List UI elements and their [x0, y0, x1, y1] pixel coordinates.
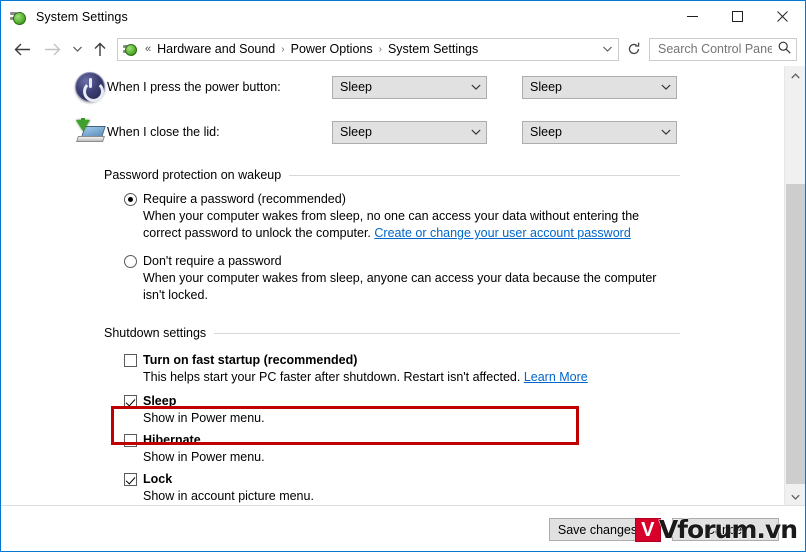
maximize-button[interactable]: [715, 1, 760, 32]
settings-pane: When I press the power button: Sleep Sle…: [1, 66, 784, 506]
settings-content: When I press the power button: Sleep Sle…: [1, 66, 805, 506]
checkbox-option-fast-startup[interactable]: Turn on fast startup (recommended) This …: [124, 353, 784, 386]
select-value: Sleep: [530, 125, 562, 139]
checkbox-hibernate[interactable]: [124, 434, 137, 447]
refresh-button[interactable]: [622, 38, 646, 61]
close-lid-on-battery-select[interactable]: Sleep: [332, 120, 487, 144]
breadcrumb-separator-icon[interactable]: ›: [279, 44, 286, 55]
checkbox-fast-startup[interactable]: [124, 354, 137, 367]
select-value: Sleep: [340, 80, 372, 94]
setting-row-label: When I close the lid:: [107, 125, 220, 139]
radio-dont-require-password[interactable]: [124, 255, 137, 268]
option-title: Lock: [143, 472, 173, 486]
minimize-button[interactable]: [670, 1, 715, 32]
breadcrumb-power-plug-icon: [123, 41, 139, 57]
chevron-down-icon: [656, 82, 676, 93]
checkbox-option-lock[interactable]: Lock Show in account picture menu.: [124, 472, 784, 505]
cancel-button[interactable]: Cancel: [672, 518, 779, 541]
chevron-down-icon: [656, 127, 676, 138]
window-controls: [670, 1, 805, 32]
save-changes-button[interactable]: Save changes: [549, 518, 646, 541]
option-description: Show in Power menu.: [143, 450, 265, 464]
laptop-lid-icon: [73, 116, 107, 148]
power-plug-icon: [10, 8, 28, 26]
breadcrumb-separator-icon[interactable]: ›: [377, 44, 384, 55]
scroll-down-button[interactable]: [785, 487, 805, 506]
up-button[interactable]: [87, 35, 113, 63]
breadcrumb-item-system-settings[interactable]: System Settings: [384, 40, 482, 58]
close-lid-plugged-in-select[interactable]: Sleep: [522, 120, 677, 144]
option-title: Hibernate: [143, 433, 201, 447]
search-icon[interactable]: [774, 41, 794, 57]
create-change-password-link[interactable]: Create or change your user account passw…: [374, 226, 630, 240]
dialog-footer: Save changes Cancel V Vforum.vn: [1, 505, 805, 551]
checkbox-option-hibernate[interactable]: Hibernate Show in Power menu.: [124, 433, 784, 466]
section-divider: [214, 332, 680, 334]
chevron-down-icon: [466, 127, 486, 138]
breadcrumb-item-hardware-and-sound[interactable]: Hardware and Sound: [153, 40, 279, 58]
setting-row-power-button: When I press the power button: Sleep Sle…: [75, 69, 784, 105]
section-title: Shutdown settings: [104, 326, 207, 340]
option-title: Sleep: [143, 394, 177, 408]
scrollbar-thumb[interactable]: [786, 184, 805, 484]
system-settings-window: System Settings « Hardware and Sound › P…: [0, 0, 806, 552]
password-section-header: Password protection on wakeup: [104, 168, 784, 182]
select-value: Sleep: [340, 125, 372, 139]
scroll-up-button[interactable]: [785, 66, 805, 85]
breadcrumb-item-power-options[interactable]: Power Options: [287, 40, 377, 58]
option-description: This helps start your PC faster after sh…: [143, 369, 667, 386]
section-divider: [289, 174, 680, 176]
search-box[interactable]: [649, 37, 797, 61]
checkbox-lock[interactable]: [124, 473, 137, 486]
close-button[interactable]: [760, 1, 805, 32]
radio-option-dont-require-password[interactable]: Don't require a password When your compu…: [124, 254, 784, 304]
option-description: Show in Power menu.: [143, 411, 265, 425]
back-button[interactable]: [7, 35, 37, 63]
option-description: When your computer wakes from sleep, any…: [143, 271, 657, 302]
search-input[interactable]: [656, 41, 774, 57]
forward-button: [37, 35, 67, 63]
option-title: Turn on fast startup (recommended): [143, 353, 358, 367]
power-button-icon: [73, 71, 107, 103]
option-title: Require a password (recommended): [143, 192, 346, 206]
address-bar: « Hardware and Sound › Power Options › S…: [1, 32, 805, 66]
select-value: Sleep: [530, 80, 562, 94]
chevron-down-icon: [466, 82, 486, 93]
title-bar: System Settings: [1, 1, 805, 32]
learn-more-link[interactable]: Learn More: [524, 370, 588, 384]
power-button-plugged-in-select[interactable]: Sleep: [522, 75, 677, 99]
breadcrumb[interactable]: « Hardware and Sound › Power Options › S…: [117, 37, 619, 61]
shutdown-section-header: Shutdown settings: [104, 326, 784, 340]
option-description: When your computer wakes from sleep, no …: [143, 208, 667, 242]
power-button-on-battery-select[interactable]: Sleep: [332, 75, 487, 99]
setting-row-close-lid: When I close the lid: Sleep Sleep: [76, 114, 784, 150]
option-description-text: This helps start your PC faster after sh…: [143, 370, 524, 384]
vertical-scrollbar[interactable]: [784, 66, 805, 506]
setting-row-label: When I press the power button:: [107, 80, 281, 94]
breadcrumb-overflow-icon[interactable]: «: [145, 43, 151, 55]
breadcrumb-dropdown-icon[interactable]: [598, 44, 616, 55]
option-title: Don't require a password: [143, 254, 282, 268]
window-title: System Settings: [36, 9, 128, 24]
radio-option-require-password[interactable]: Require a password (recommended) When yo…: [124, 192, 784, 242]
option-description: Show in account picture menu.: [143, 489, 314, 503]
radio-require-password[interactable]: [124, 193, 137, 206]
checkbox-sleep[interactable]: [124, 395, 137, 408]
section-title: Password protection on wakeup: [104, 168, 282, 182]
recent-locations-button[interactable]: [67, 35, 87, 63]
checkbox-option-sleep[interactable]: Sleep Show in Power menu.: [124, 394, 784, 427]
